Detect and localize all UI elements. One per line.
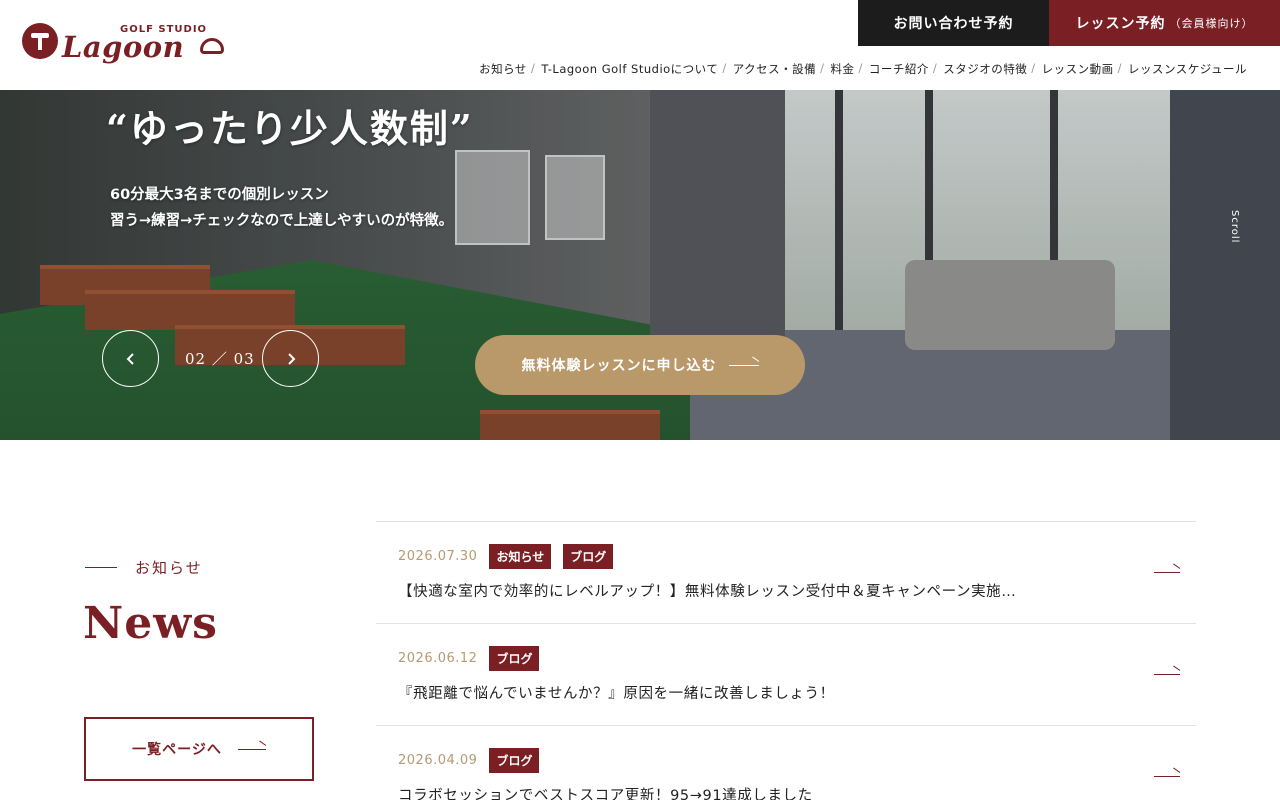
news-tag[interactable]: ブログ bbox=[489, 748, 540, 773]
nav-item-videos[interactable]: レッスン動画 bbox=[1042, 61, 1114, 77]
lesson-reservation-button[interactable]: レッスン予約 （会員様向け） bbox=[1049, 0, 1280, 46]
divider-line bbox=[85, 567, 117, 568]
nav-item-coach[interactable]: コーチ紹介 bbox=[869, 61, 929, 77]
hero-title: “ゆったり少人数制” bbox=[106, 106, 474, 151]
hero-description-line2: 習う→練習→チェックなので上達しやすいのが特徴。 bbox=[110, 213, 454, 229]
site-logo[interactable]: GOLF STUDIO Lagoon bbox=[22, 20, 232, 70]
news-date: 2026.07.30 bbox=[398, 549, 478, 564]
hero-description-line1: 60分最大3名までの個別レッスン bbox=[110, 187, 329, 203]
nav-item-news[interactable]: お知らせ bbox=[479, 61, 527, 77]
arrow-right-icon bbox=[1154, 674, 1180, 675]
news-tag[interactable]: ブログ bbox=[489, 646, 540, 671]
nav-item-schedule[interactable]: レッスンスケジュール bbox=[1128, 61, 1247, 77]
arrow-right-icon bbox=[1154, 776, 1180, 777]
news-date: 2026.06.12 bbox=[398, 651, 478, 666]
news-item-title[interactable]: 【快適な室内で効率的にレベルアップ！】無料体験レッスン受付中＆夏キャンペーン実施… bbox=[398, 580, 1118, 601]
news-item-title[interactable]: コラボセッションでベストスコア更新！95→91達成しました bbox=[398, 784, 1118, 800]
chevron-left-icon bbox=[126, 352, 134, 365]
nav-item-price[interactable]: 料金 bbox=[831, 61, 855, 77]
global-nav: お知らせ / T-Lagoon Golf Studioについて / アクセス・設備 /… bbox=[479, 61, 1247, 77]
slider-prev-button[interactable] bbox=[102, 330, 159, 387]
news-list-page-button[interactable]: 一覧ページへ bbox=[84, 717, 314, 781]
chevron-right-icon bbox=[287, 352, 295, 365]
nav-item-features[interactable]: スタジオの特徴 bbox=[943, 61, 1027, 77]
news-subtitle: お知らせ bbox=[85, 557, 203, 578]
news-tag[interactable]: お知らせ bbox=[489, 544, 552, 569]
news-meta: 2026.06.12 ブログ bbox=[398, 646, 551, 671]
hero-slider: “ゆったり少人数制” 60分最大3名までの個別レッスン 習う→練習→チェックなの… bbox=[0, 90, 1280, 440]
logo-text: Lagoon bbox=[62, 30, 185, 64]
news-subtitle-text: お知らせ bbox=[135, 559, 203, 577]
news-item[interactable]: 2026.06.12 ブログ 『飛距離で悩んでいませんか？』原因を一緒に改善しま… bbox=[376, 623, 1196, 725]
free-trial-lesson-button[interactable]: 無料体験レッスンに申し込む bbox=[475, 335, 805, 395]
arrow-right-icon bbox=[237, 748, 266, 750]
site-header: GOLF STUDIO Lagoon お問い合わせ予約 レッスン予約 （会員様向… bbox=[0, 0, 1280, 90]
contact-reservation-button[interactable]: お問い合わせ予約 bbox=[858, 0, 1049, 46]
nav-item-access[interactable]: アクセス・設備 bbox=[733, 61, 816, 77]
slider-next-button[interactable] bbox=[262, 330, 319, 387]
logo-mark-icon bbox=[22, 23, 58, 59]
news-item[interactable]: 2026.04.09 ブログ コラボセッションでベストスコア更新！95→91達成… bbox=[376, 725, 1196, 800]
lesson-reservation-label: レッスン予約 bbox=[1075, 16, 1166, 32]
contact-reservation-label: お問い合わせ予約 bbox=[893, 16, 1014, 32]
news-meta: 2026.07.30 お知らせ ブログ bbox=[398, 544, 625, 569]
news-date: 2026.04.09 bbox=[398, 753, 478, 768]
news-meta: 2026.04.09 ブログ bbox=[398, 748, 551, 773]
free-trial-lesson-label: 無料体験レッスンに申し込む bbox=[521, 358, 717, 374]
scroll-indicator[interactable]: Scroll bbox=[1229, 210, 1240, 243]
nav-item-about[interactable]: T-Lagoon Golf Studioについて bbox=[541, 61, 718, 77]
arrow-right-icon bbox=[728, 364, 759, 366]
hero-description: 60分最大3名までの個別レッスン 習う→練習→チェックなので上達しやすいのが特徴… bbox=[110, 182, 453, 234]
arrow-right-icon bbox=[1154, 572, 1180, 573]
news-item-title[interactable]: 『飛距離で悩んでいませんか？』原因を一緒に改善しましょう！ bbox=[398, 682, 1118, 703]
news-list: 2026.07.30 お知らせ ブログ 【快適な室内で効率的にレベルアップ！】無… bbox=[376, 521, 1196, 800]
slide-counter: 02 ／ 03 bbox=[185, 350, 255, 368]
news-heading: News bbox=[83, 598, 218, 649]
lesson-reservation-sublabel: （会員様向け） bbox=[1169, 17, 1254, 30]
news-tag[interactable]: ブログ bbox=[563, 544, 614, 569]
news-item[interactable]: 2026.07.30 お知らせ ブログ 【快適な室内で効率的にレベルアップ！】無… bbox=[376, 521, 1196, 623]
logo-ball-icon bbox=[200, 38, 224, 54]
news-list-page-label: 一覧ページへ bbox=[132, 742, 222, 758]
